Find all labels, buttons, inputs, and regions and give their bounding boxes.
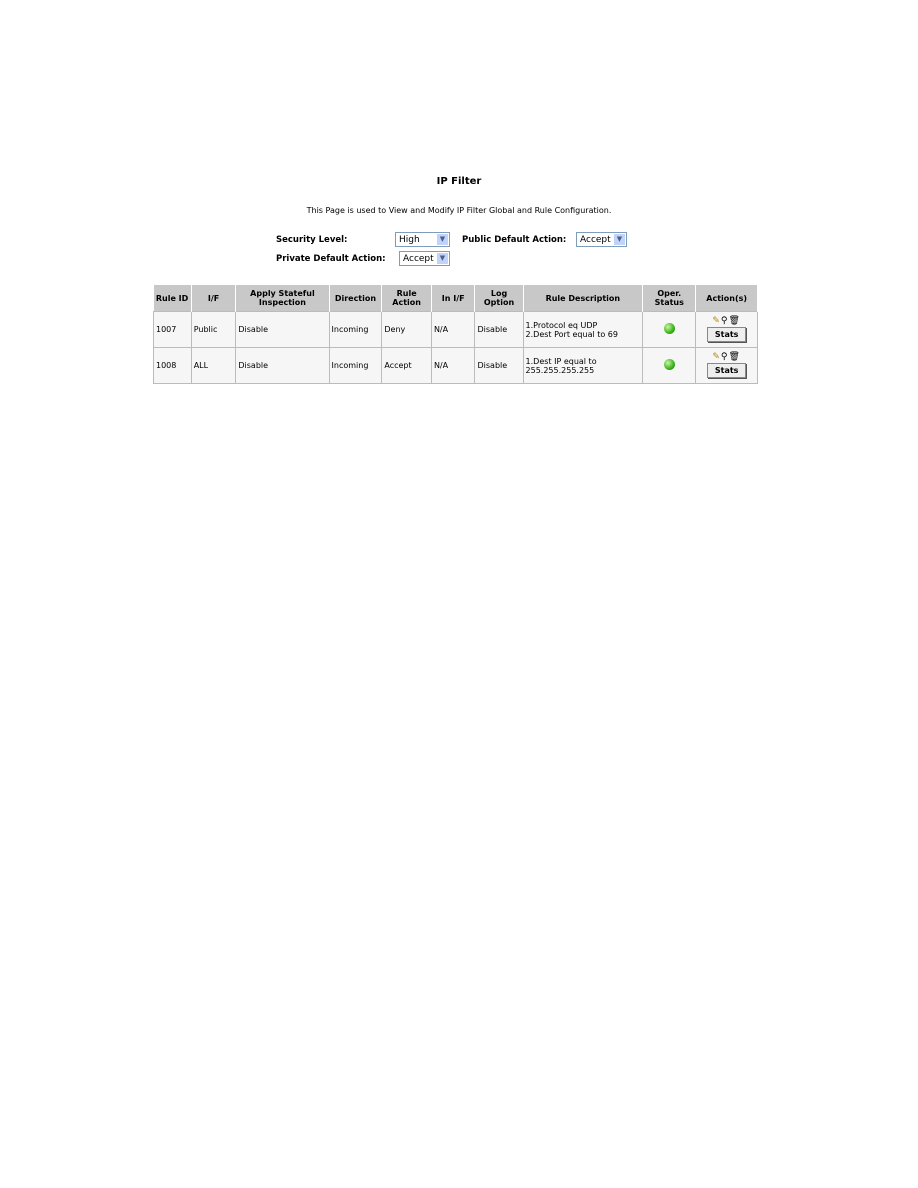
col-rule-id: Rule ID [153, 285, 192, 312]
stats-button[interactable]: Stats [706, 327, 747, 342]
status-green-icon [663, 323, 675, 334]
public-default-action-value: Accept [580, 234, 611, 245]
col-actions: Action(s) [695, 285, 758, 312]
chevron-down-icon: ▼ [437, 253, 448, 264]
direction: Incoming [328, 347, 383, 384]
security-level-select[interactable]: High ▼ [395, 232, 450, 247]
chevron-down-icon: ▼ [437, 234, 448, 245]
table-header-row: Rule ID I/F Apply Stateful Inspection Di… [153, 285, 758, 312]
rule-id: 1007 [153, 311, 192, 348]
col-in-if: In I/F [431, 285, 476, 312]
stateful-inspection: Disable [235, 347, 330, 384]
rule-description-line: 1.Protocol eq UDP [525, 320, 598, 330]
stats-button[interactable]: Stats [706, 363, 747, 378]
col-direction: Direction [329, 285, 383, 312]
col-stateful: Apply Stateful Inspection [235, 285, 330, 312]
private-default-action-value: Accept [403, 253, 434, 264]
view-magnifier-icon[interactable]: ⚲ [721, 316, 729, 326]
edit-pencil-icon[interactable]: ✎ [712, 352, 721, 362]
interface: Public [190, 311, 237, 348]
oper-status [642, 311, 697, 348]
log-option: Disable [474, 311, 524, 348]
private-default-action-select[interactable]: Accept ▼ [399, 251, 450, 266]
rule-description-line: 255.255.255.255 [525, 365, 595, 375]
in-interface: N/A [430, 347, 476, 384]
actions-cell: ✎⚲🗑 Stats [695, 311, 758, 348]
in-interface: N/A [430, 311, 476, 348]
security-level-label: Security Level: [276, 235, 348, 245]
public-default-action-select[interactable]: Accept ▼ [576, 232, 627, 247]
table-row: 1007 Public Disable Incoming Deny N/A Di… [153, 311, 758, 348]
private-default-action-label: Private Default Action: [276, 254, 386, 264]
log-option: Disable [474, 347, 524, 384]
delete-trash-icon[interactable]: 🗑 [729, 316, 741, 326]
rule-description: 1.Dest IP equal to 255.255.255.255 [522, 347, 644, 384]
interface: ALL [190, 347, 237, 384]
page-description: This Page is used to View and Modify IP … [306, 206, 612, 215]
col-log-option: Log Option [474, 285, 524, 312]
direction: Incoming [328, 311, 383, 348]
rule-description: 1.Protocol eq UDP 2.Dest Port equal to 69 [522, 311, 644, 348]
col-rule-action: Rule Action [381, 285, 432, 312]
table-row: 1008 ALL Disable Incoming Accept N/A Dis… [153, 347, 758, 384]
edit-pencil-icon[interactable]: ✎ [712, 316, 721, 326]
rule-action: Deny [381, 311, 432, 348]
rule-description-line: 1.Dest IP equal to [525, 356, 597, 366]
rule-description-line: 2.Dest Port equal to 69 [525, 329, 618, 339]
view-magnifier-icon[interactable]: ⚲ [721, 352, 729, 362]
oper-status [642, 347, 697, 384]
public-default-action-label: Public Default Action: [462, 235, 567, 245]
stateful-inspection: Disable [235, 311, 330, 348]
delete-trash-icon[interactable]: 🗑 [729, 352, 741, 362]
status-green-icon [663, 359, 675, 370]
actions-cell: ✎⚲🗑 Stats [695, 347, 758, 384]
ip-filter-rules-table: Rule ID I/F Apply Stateful Inspection Di… [153, 285, 758, 384]
col-if: I/F [191, 285, 237, 312]
col-oper-status: Oper. Status [642, 285, 697, 312]
rule-action: Accept [381, 347, 432, 384]
chevron-down-icon: ▼ [614, 234, 625, 245]
page-title: IP Filter [436, 176, 482, 187]
col-rule-description: Rule Description [523, 285, 644, 312]
security-level-value: High [399, 234, 420, 245]
rule-id: 1008 [153, 347, 192, 384]
